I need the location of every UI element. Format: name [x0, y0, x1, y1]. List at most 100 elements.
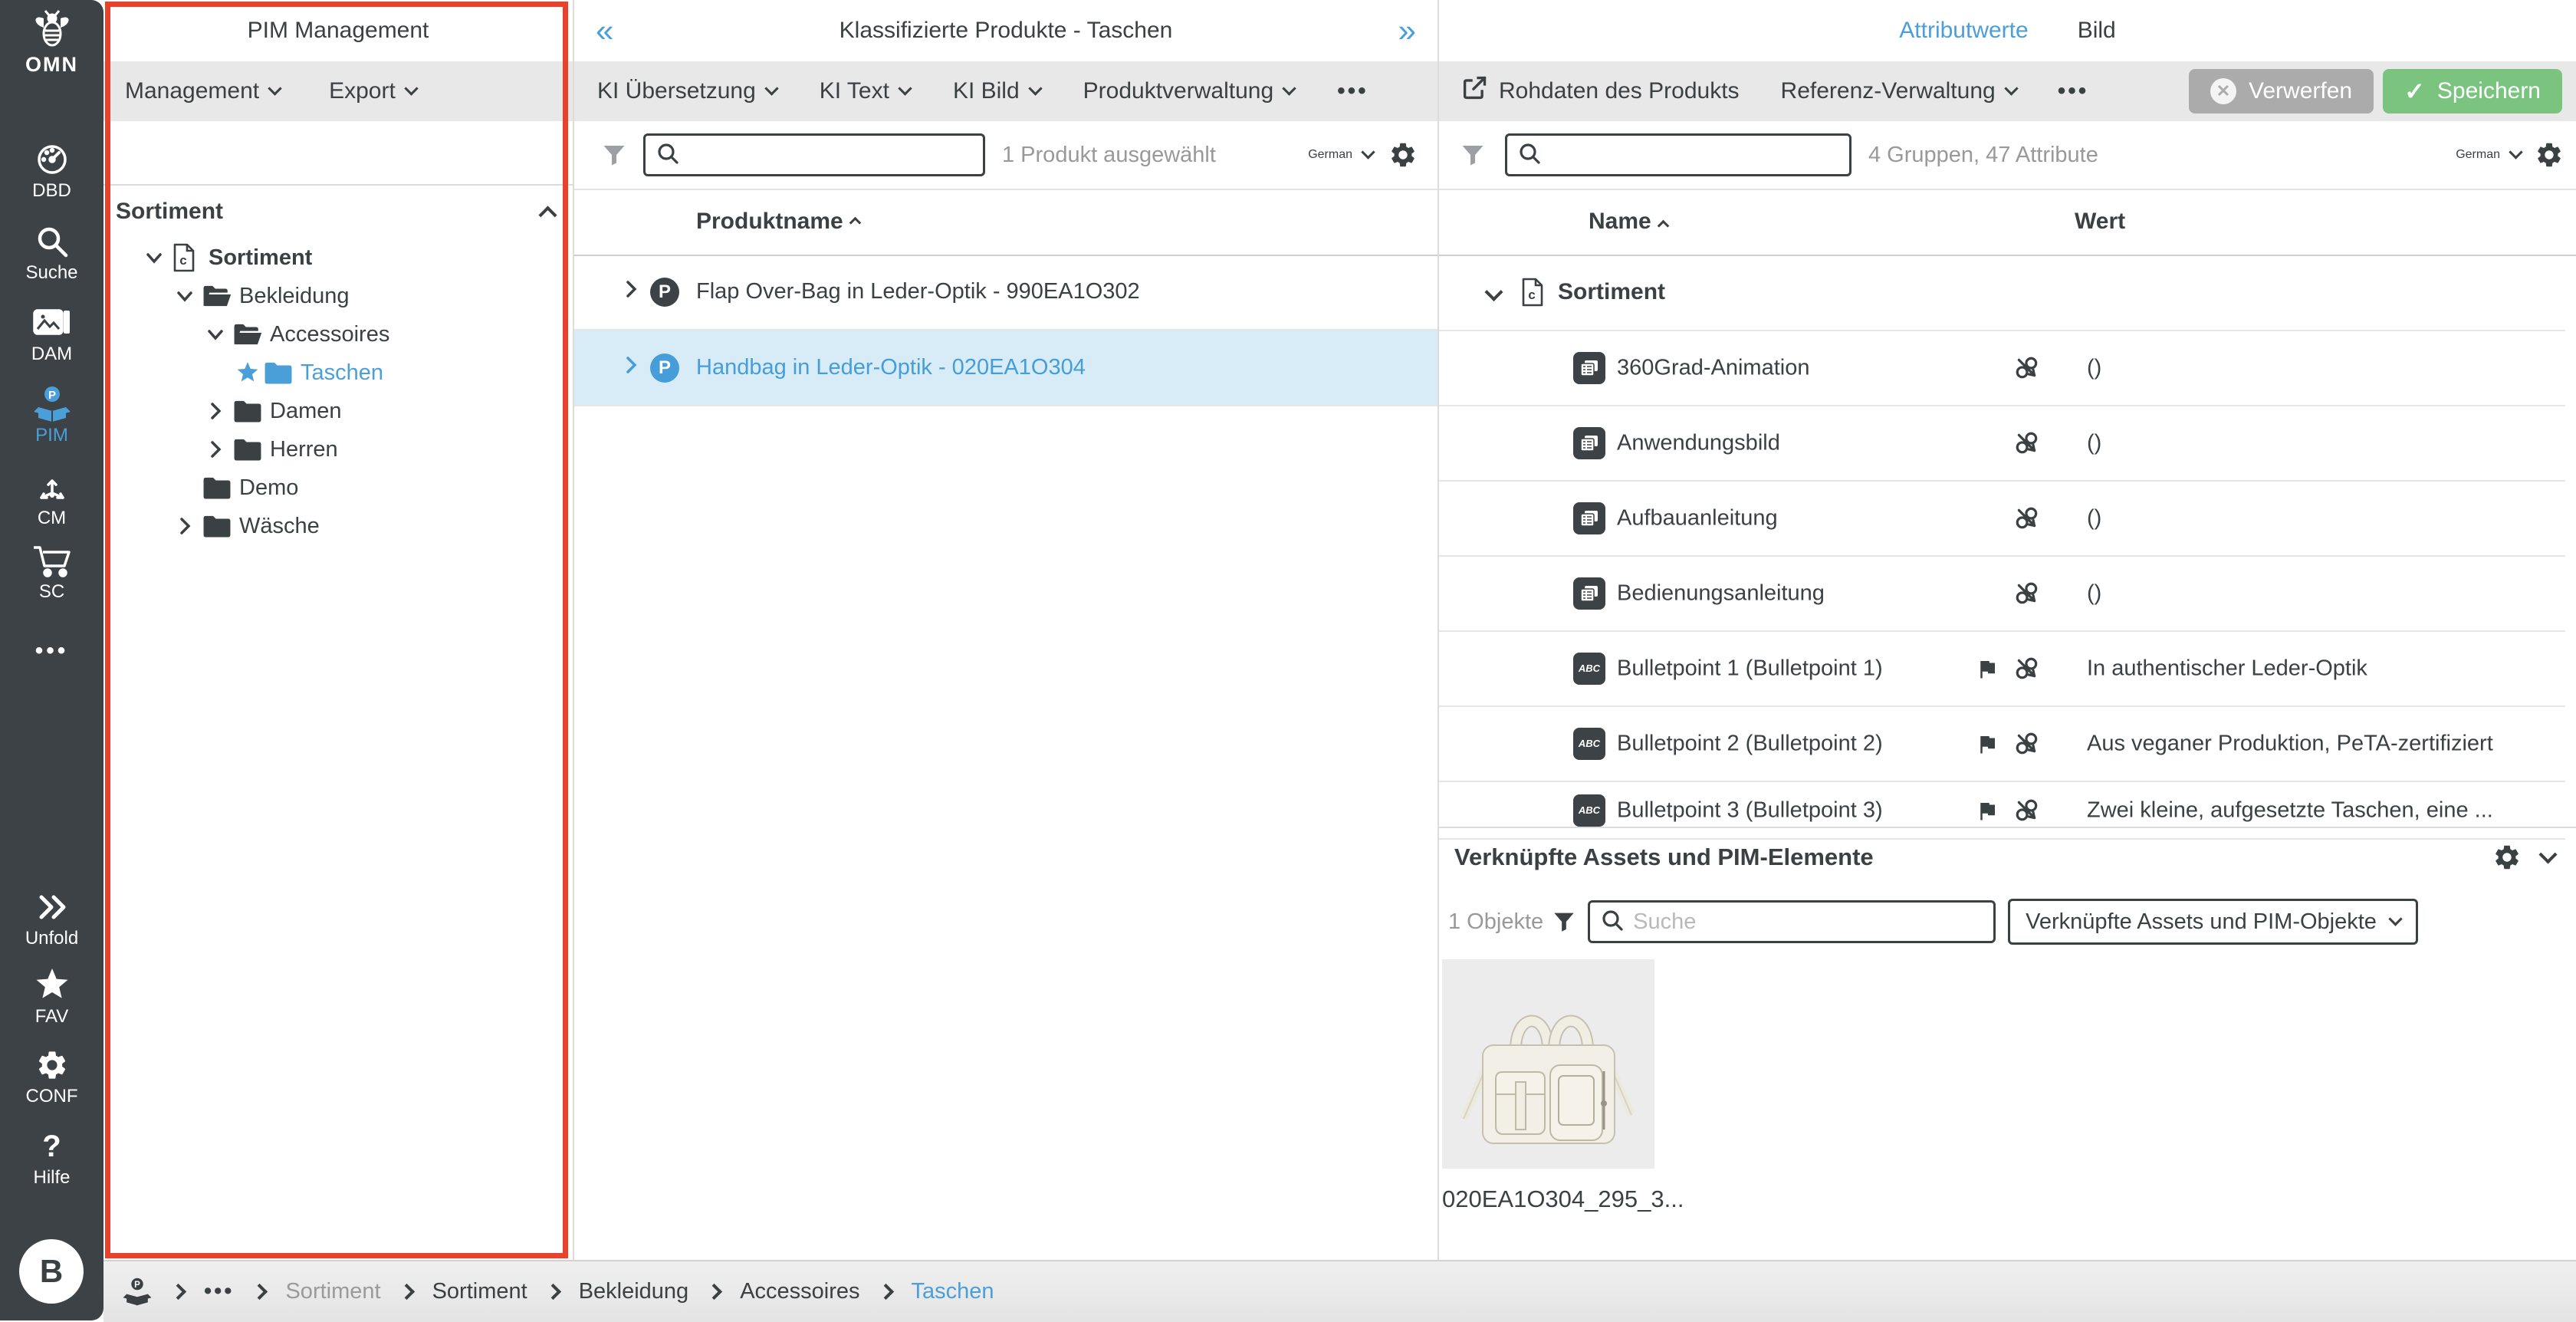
save-button[interactable]: ✓ Speichern [2383, 69, 2562, 113]
chevron-right-icon [169, 1283, 187, 1301]
more-actions-button[interactable]: ••• [1337, 78, 1368, 104]
breadcrumb-item-sortiment[interactable]: Sortiment [285, 1279, 380, 1304]
tree-item-herren[interactable]: Herren [104, 430, 573, 469]
unlink-icon[interactable] [2014, 430, 2040, 456]
attribute-value[interactable]: In authentischer Leder-Optik [2087, 656, 2558, 682]
tree-item-sortiment[interactable]: c Sortiment [104, 238, 573, 277]
collapse-left-icon[interactable]: « [596, 15, 613, 47]
breadcrumb-item-sortiment[interactable]: Sortiment [432, 1279, 527, 1304]
chevron-right-icon[interactable] [621, 355, 641, 381]
rohdaten-button[interactable]: Rohdaten des Produkts [1460, 74, 1740, 108]
product-search-input[interactable] [687, 141, 983, 169]
linked-assets-search-input[interactable] [1631, 908, 1994, 936]
chevron-right-icon[interactable] [205, 439, 233, 459]
tree-item-label: Bekleidung [239, 283, 350, 308]
discard-button[interactable]: ✕ Verwerfen [2189, 69, 2374, 113]
attribute-search-input[interactable] [1549, 141, 1849, 169]
filter-funnel-icon[interactable] [1459, 141, 1487, 169]
chevron-down-icon[interactable] [175, 286, 202, 306]
breadcrumb-item-taschen[interactable]: Taschen [912, 1279, 994, 1304]
language-selector[interactable]: German [2456, 144, 2523, 162]
column-name[interactable]: Name [1589, 209, 1669, 235]
sidebar-item-dbd[interactable]: DBD [0, 140, 104, 202]
unlink-icon[interactable] [2014, 797, 2040, 824]
sidebar-item-fav[interactable]: FAV [0, 966, 104, 1028]
sidebar-item-hilfe[interactable]: ? Hilfe [0, 1127, 104, 1189]
attribute-row[interactable]: ABC Bulletpoint 1 (Bulletpoint 1) In authe… [1439, 632, 2565, 707]
unlink-icon[interactable] [2014, 580, 2040, 607]
tree-item-bekleidung[interactable]: Bekleidung [104, 277, 573, 315]
sidebar-item-suche[interactable]: Suche [0, 222, 104, 284]
collapse-section-icon[interactable] [538, 205, 557, 225]
sidebar-item-unfold[interactable]: Unfold [0, 888, 104, 949]
omn-logo[interactable]: OMN [0, 9, 104, 77]
ki-text-menu[interactable]: KI Text [820, 78, 912, 104]
product-row[interactable]: P Handbag in Leder-Optik - 020EA1O304 [574, 330, 1438, 406]
tree-item-demo[interactable]: Demo [104, 469, 573, 507]
product-search-box [643, 133, 985, 176]
unlink-icon[interactable] [2014, 656, 2040, 682]
column-wert[interactable]: Wert [2075, 209, 2125, 235]
chevron-right-icon[interactable] [175, 516, 202, 536]
attribute-value[interactable]: () [2087, 431, 2558, 456]
chevron-down-icon[interactable] [205, 324, 233, 344]
breadcrumb-more-button[interactable]: ••• [204, 1279, 234, 1304]
product-list-panel: Klassifizierte Produkte - Taschen « » KI… [574, 0, 1439, 1260]
attribute-value[interactable]: Zwei kleine, aufgesetzte Taschen, eine .… [2087, 797, 2558, 823]
sidebar-item-sc[interactable]: SC [0, 541, 104, 603]
sidebar-item-dam[interactable]: DAM [0, 304, 104, 365]
gear-icon[interactable] [2535, 140, 2564, 169]
product-row[interactable]: P Flap Over-Bag in Leder-Optik - 990EA1O3… [574, 255, 1438, 330]
sidebar-item-pim[interactable]: P PIM [0, 385, 104, 446]
more-actions-button[interactable]: ••• [2058, 78, 2089, 104]
chevron-right-icon[interactable] [621, 279, 641, 305]
attribute-detail-panel: Attributwerte Bild Rohdaten des Produkts… [1439, 0, 2576, 1260]
asset-thumbnail[interactable] [1442, 959, 1654, 1169]
pim-breadcrumb-icon[interactable]: P [122, 1278, 153, 1306]
ki-bild-menu[interactable]: KI Bild [953, 78, 1043, 104]
unlink-icon[interactable] [2014, 731, 2040, 757]
gear-icon[interactable] [1388, 140, 1418, 169]
referenz-verwaltung-menu[interactable]: Referenz-Verwaltung [1781, 78, 2019, 104]
language-selector[interactable]: German [1308, 144, 1375, 162]
tree-item-w-sche[interactable]: Wäsche [104, 507, 573, 545]
attribute-row[interactable]: Bedienungsanleitung () [1439, 557, 2565, 632]
chevron-down-icon[interactable] [144, 248, 172, 268]
export-menu[interactable]: Export [329, 78, 419, 104]
attribute-row[interactable]: Anwendungsbild () [1439, 406, 2565, 482]
produktverwaltung-menu[interactable]: Produktverwaltung [1083, 78, 1296, 104]
filter-funnel-icon[interactable] [1551, 909, 1577, 935]
column-produktname[interactable]: Produktname [696, 209, 843, 235]
attribute-row[interactable]: ABC Bulletpoint 2 (Bulletpoint 2) Aus vega… [1439, 707, 2565, 782]
expand-right-icon[interactable]: » [1398, 15, 1416, 47]
breadcrumb-item-bekleidung[interactable]: Bekleidung [579, 1279, 689, 1304]
gear-icon[interactable] [2492, 843, 2522, 872]
attribute-row[interactable]: 360Grad-Animation () [1439, 331, 2565, 406]
chevron-right-icon[interactable] [205, 401, 233, 421]
attribute-value[interactable]: () [2087, 506, 2558, 531]
tree-item-accessoires[interactable]: Accessoires [104, 315, 573, 354]
unlink-icon[interactable] [2014, 505, 2040, 531]
attribute-row[interactable]: Aufbauanleitung () [1439, 482, 2565, 557]
tree-item-taschen[interactable]: Taschen [104, 354, 573, 392]
attribute-value[interactable]: Aus veganer Produktion, PeTA-zertifizier… [2087, 732, 2558, 757]
chevron-down-icon[interactable] [1484, 282, 1503, 302]
attribute-group-row[interactable]: c Sortiment [1439, 255, 2565, 331]
user-avatar[interactable]: B [19, 1239, 84, 1304]
filter-funnel-icon[interactable] [600, 141, 628, 169]
tree-item-damen[interactable]: Damen [104, 392, 573, 430]
unlink-icon[interactable] [2014, 355, 2040, 381]
attribute-value[interactable]: () [2087, 581, 2558, 607]
sidebar-item-conf[interactable]: CONF [0, 1046, 104, 1107]
ki-uebersetzung-menu[interactable]: KI Übersetzung [597, 78, 779, 104]
collapse-section-icon[interactable] [2538, 844, 2558, 864]
sidebar-item-cm[interactable]: CM [0, 468, 104, 529]
breadcrumb-item-accessoires[interactable]: Accessoires [740, 1279, 859, 1304]
management-menu[interactable]: Management [125, 78, 282, 104]
tab-attributwerte[interactable]: Attributwerte [1899, 18, 2028, 44]
linked-assets-filter-dropdown[interactable]: Verknüpfte Assets und PIM-Objekte [2008, 899, 2418, 945]
favorite-star-icon[interactable] [236, 361, 264, 384]
tab-bild[interactable]: Bild [2078, 18, 2116, 44]
sidebar-more-button[interactable]: ••• [0, 638, 104, 664]
attribute-value[interactable]: () [2087, 356, 2558, 381]
